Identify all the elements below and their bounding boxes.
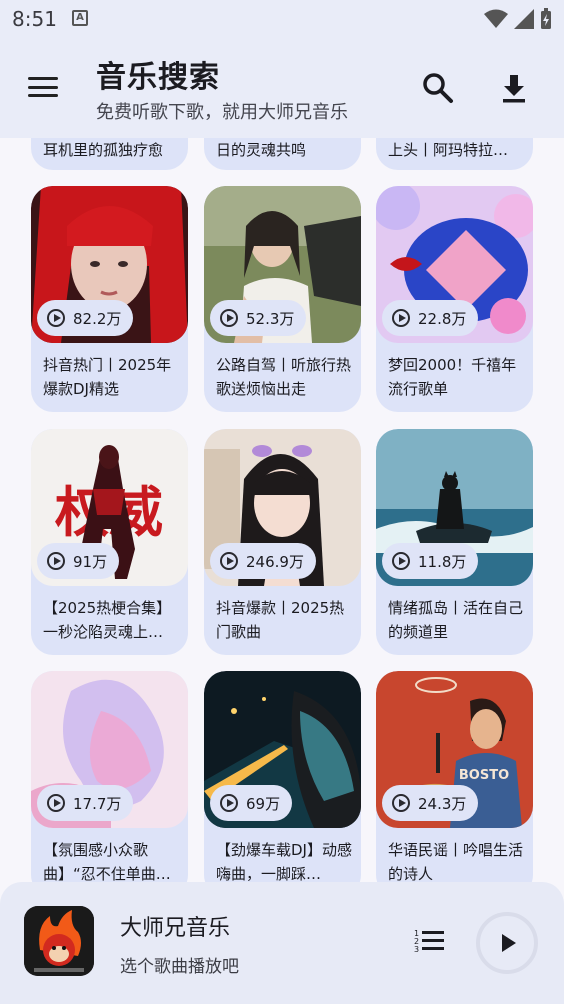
playlist-title: 抖音热门丨2025年爆款DJ精选 — [43, 356, 172, 398]
player-subtitle: 选个歌曲播放吧 — [120, 957, 239, 977]
playlist-title: 公路自驾丨听旅行热歌送烦恼出走 — [216, 356, 352, 398]
playlist-card[interactable]: 82.2万 抖音热门丨2025年爆款DJ精选 — [31, 186, 188, 412]
playlist-title: 梦回2000！千禧年流行歌单 — [388, 356, 517, 398]
mini-player[interactable]: 大师兄音乐 选个歌曲播放吧 1 2 3 — [0, 882, 564, 1004]
page-title: 音乐搜索 — [96, 60, 220, 95]
playlist-grid: 耳机里的孤独疗愈 日的灵魂共鸣 上头丨阿玛特拉… 82.2万 抖音热门丨2025… — [0, 138, 564, 882]
signal-icon — [514, 9, 534, 29]
play-count-icon — [392, 552, 410, 570]
playlist-card[interactable]: 上头丨阿玛特拉… — [376, 138, 533, 170]
playlist-title: 【氛围感小众歌曲】“忍不住单曲… — [43, 841, 171, 882]
play-count-icon — [392, 794, 410, 812]
play-count-icon — [47, 794, 65, 812]
playlist-title: 日的灵魂共鸣 — [216, 141, 307, 159]
play-count: 17.7万 — [37, 785, 134, 821]
play-count-icon — [220, 794, 238, 812]
playlist-card[interactable]: BOSTO 24.3万 华语民谣丨吟唱生活的诗人 — [376, 671, 533, 882]
page-subtitle: 免费听歌下歌，就用大师兄音乐 — [96, 102, 348, 123]
wifi-icon — [484, 9, 508, 28]
menu-icon[interactable] — [26, 74, 60, 100]
playlist-card[interactable]: 22.8万 梦回2000！千禧年流行歌单 — [376, 186, 533, 412]
battery-icon — [541, 8, 551, 29]
play-count-value: 17.7万 — [73, 794, 122, 813]
play-count-icon — [47, 552, 65, 570]
playlist-card[interactable]: 246.9万 抖音爆款丨2025热门歌曲 — [204, 429, 361, 655]
playlist-card[interactable]: 日的灵魂共鸣 — [204, 138, 361, 170]
player-title: 大师兄音乐 — [120, 916, 231, 941]
play-count: 52.3万 — [210, 300, 307, 336]
playlist-card[interactable]: 11.8万 情绪孤岛丨活在自己的频道里 — [376, 429, 533, 655]
playlist-title: 【2025热梗合集】一秒沦陷灵魂上… — [43, 599, 172, 641]
play-count-value: 11.8万 — [418, 552, 467, 571]
play-count-icon — [47, 309, 65, 327]
play-icon[interactable] — [476, 912, 538, 974]
download-icon[interactable] — [496, 70, 532, 106]
play-count: 69万 — [210, 785, 293, 821]
playlist-card[interactable]: 69万 【劲爆车载DJ】动感嗨曲，一脚踩… — [204, 671, 361, 882]
status-bar: 8:51 A — [0, 0, 564, 38]
playlist-card[interactable]: 52.3万 公路自驾丨听旅行热歌送烦恼出走 — [204, 186, 361, 412]
status-icons — [484, 8, 552, 30]
svg-text:3: 3 — [414, 945, 419, 954]
notification-icon: A — [72, 10, 88, 26]
play-count: 24.3万 — [382, 785, 479, 821]
playlist-title: 耳机里的孤独疗愈 — [43, 141, 164, 159]
playlist-title: 华语民谣丨吟唱生活的诗人 — [388, 841, 524, 882]
play-count-value: 246.9万 — [246, 552, 304, 571]
queue-icon[interactable]: 1 2 3 — [414, 928, 446, 954]
play-count: 91万 — [37, 543, 120, 579]
playlist-card[interactable]: 权威 91万 【2025热梗合集】一秒沦陷灵魂上… — [31, 429, 188, 655]
app-logo — [24, 906, 94, 976]
play-count-value: 91万 — [73, 552, 108, 571]
playlist-title: 抖音爆款丨2025热门歌曲 — [216, 599, 345, 641]
play-count-value: 22.8万 — [418, 309, 467, 328]
app-bar: 音乐搜索 免费听歌下歌，就用大师兄音乐 — [0, 38, 564, 138]
play-count-icon — [220, 552, 238, 570]
play-count: 11.8万 — [382, 543, 479, 579]
playlist-title: 情绪孤岛丨活在自己的频道里 — [388, 599, 524, 641]
playlist-card[interactable]: 耳机里的孤独疗愈 — [31, 138, 188, 170]
cover-text: BOSTO — [459, 768, 509, 783]
search-icon[interactable] — [420, 70, 456, 106]
play-count: 22.8万 — [382, 300, 479, 336]
play-count-value: 69万 — [246, 794, 281, 813]
play-count-value: 52.3万 — [246, 309, 295, 328]
play-count: 246.9万 — [210, 543, 316, 579]
status-time: 8:51 — [12, 7, 57, 31]
play-count: 82.2万 — [37, 300, 134, 336]
playlist-title: 【劲爆车载DJ】动感嗨曲，一脚踩… — [216, 841, 352, 882]
playlist-title: 上头丨阿玛特拉… — [388, 141, 509, 159]
play-count-value: 82.2万 — [73, 309, 122, 328]
playlist-card[interactable]: 17.7万 【氛围感小众歌曲】“忍不住单曲… — [31, 671, 188, 882]
play-count-icon — [392, 309, 410, 327]
play-count-icon — [220, 309, 238, 327]
play-count-value: 24.3万 — [418, 794, 467, 813]
